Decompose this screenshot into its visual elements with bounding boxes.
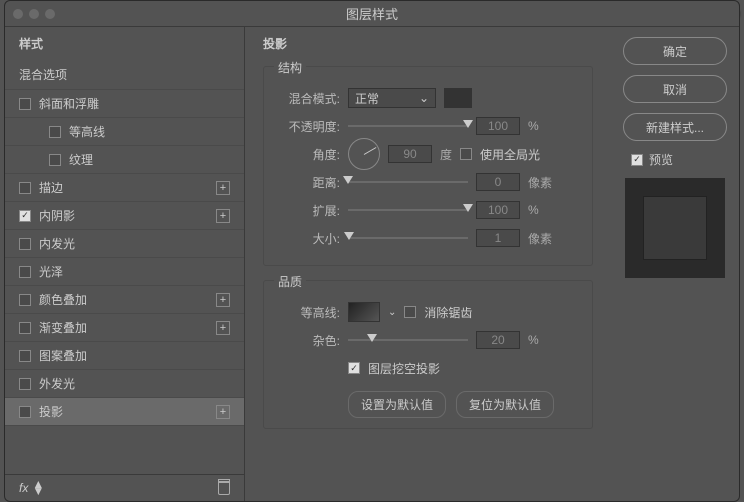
add-icon[interactable]: + (216, 293, 230, 307)
spread-label: 扩展: (278, 202, 340, 219)
checkbox[interactable] (49, 154, 61, 166)
fx-menu[interactable]: fx▲▼ (19, 481, 44, 495)
checkbox[interactable] (49, 126, 61, 138)
effect-pattern-overlay[interactable]: 图案叠加 (5, 342, 244, 370)
angle-dial[interactable] (348, 138, 380, 170)
spread-value[interactable]: 100 (476, 201, 520, 219)
effect-bevel[interactable]: 斜面和浮雕 (5, 90, 244, 118)
preview-label: 预览 (649, 151, 673, 168)
section-title: 投影 (263, 35, 593, 52)
checkbox[interactable] (19, 294, 31, 306)
spread-slider[interactable] (348, 209, 468, 211)
noise-label: 杂色: (278, 332, 340, 349)
checkbox[interactable] (19, 98, 31, 110)
make-default-button[interactable]: 设置为默认值 (348, 391, 446, 418)
blend-options[interactable]: 混合选项 (5, 60, 244, 90)
effect-color-overlay[interactable]: 颜色叠加+ (5, 286, 244, 314)
effect-texture[interactable]: 纹理 (5, 146, 244, 174)
checkbox[interactable]: ✓ (19, 210, 31, 222)
size-slider[interactable] (348, 237, 468, 239)
effect-satin[interactable]: 光泽 (5, 258, 244, 286)
fieldset-structure: 结构 (274, 59, 306, 76)
checkbox[interactable] (19, 266, 31, 278)
preview-box (625, 178, 725, 278)
blend-mode-label: 混合模式: (278, 90, 340, 107)
opacity-slider[interactable] (348, 125, 468, 127)
fieldset-quality: 品质 (274, 273, 306, 290)
reset-default-button[interactable]: 复位为默认值 (456, 391, 554, 418)
checkbox[interactable] (19, 350, 31, 362)
antialias-check[interactable] (404, 306, 416, 318)
window-min[interactable] (29, 9, 39, 19)
styles-header: 样式 (5, 27, 244, 60)
contour-label: 等高线: (278, 304, 340, 321)
antialias-label: 消除锯齿 (424, 304, 472, 321)
window-max[interactable] (45, 9, 55, 19)
dialog-title: 图层样式 (346, 4, 398, 23)
contour-picker[interactable] (348, 302, 380, 322)
add-icon[interactable]: + (216, 181, 230, 195)
distance-slider[interactable] (348, 181, 468, 183)
effect-outer-glow[interactable]: 外发光 (5, 370, 244, 398)
add-icon[interactable]: + (216, 321, 230, 335)
noise-value[interactable]: 20 (476, 331, 520, 349)
effect-contour[interactable]: 等高线 (5, 118, 244, 146)
window-close[interactable] (13, 9, 23, 19)
add-icon[interactable]: + (216, 405, 230, 419)
angle-label: 角度: (278, 146, 340, 163)
preview-check[interactable]: ✓ (631, 154, 643, 166)
new-style-button[interactable]: 新建样式... (623, 113, 727, 141)
distance-label: 距离: (278, 174, 340, 191)
effect-inner-glow[interactable]: 内发光 (5, 230, 244, 258)
global-light-label: 使用全局光 (480, 146, 540, 163)
effect-stroke[interactable]: 描边+ (5, 174, 244, 202)
opacity-label: 不透明度: (278, 118, 340, 135)
checkbox[interactable] (19, 322, 31, 334)
checkbox[interactable] (19, 238, 31, 250)
effect-gradient-overlay[interactable]: 渐变叠加+ (5, 314, 244, 342)
checkbox[interactable] (19, 182, 31, 194)
size-value[interactable]: 1 (476, 229, 520, 247)
distance-value[interactable]: 0 (476, 173, 520, 191)
angle-value[interactable]: 90 (388, 145, 432, 163)
ok-button[interactable]: 确定 (623, 37, 727, 65)
global-light-check[interactable] (460, 148, 472, 160)
effect-inner-shadow[interactable]: ✓内阴影+ (5, 202, 244, 230)
trash-icon[interactable] (218, 481, 230, 495)
opacity-value[interactable]: 100 (476, 117, 520, 135)
blend-mode-select[interactable]: 正常⌄ (348, 88, 436, 108)
knockout-check[interactable]: ✓ (348, 362, 360, 374)
knockout-label: 图层挖空投影 (368, 360, 440, 377)
effect-drop-shadow[interactable]: 投影+ (5, 398, 244, 426)
noise-slider[interactable] (348, 339, 468, 341)
checkbox[interactable] (19, 406, 31, 418)
size-label: 大小: (278, 230, 340, 247)
checkbox[interactable] (19, 378, 31, 390)
add-icon[interactable]: + (216, 209, 230, 223)
cancel-button[interactable]: 取消 (623, 75, 727, 103)
color-swatch[interactable] (444, 88, 472, 108)
